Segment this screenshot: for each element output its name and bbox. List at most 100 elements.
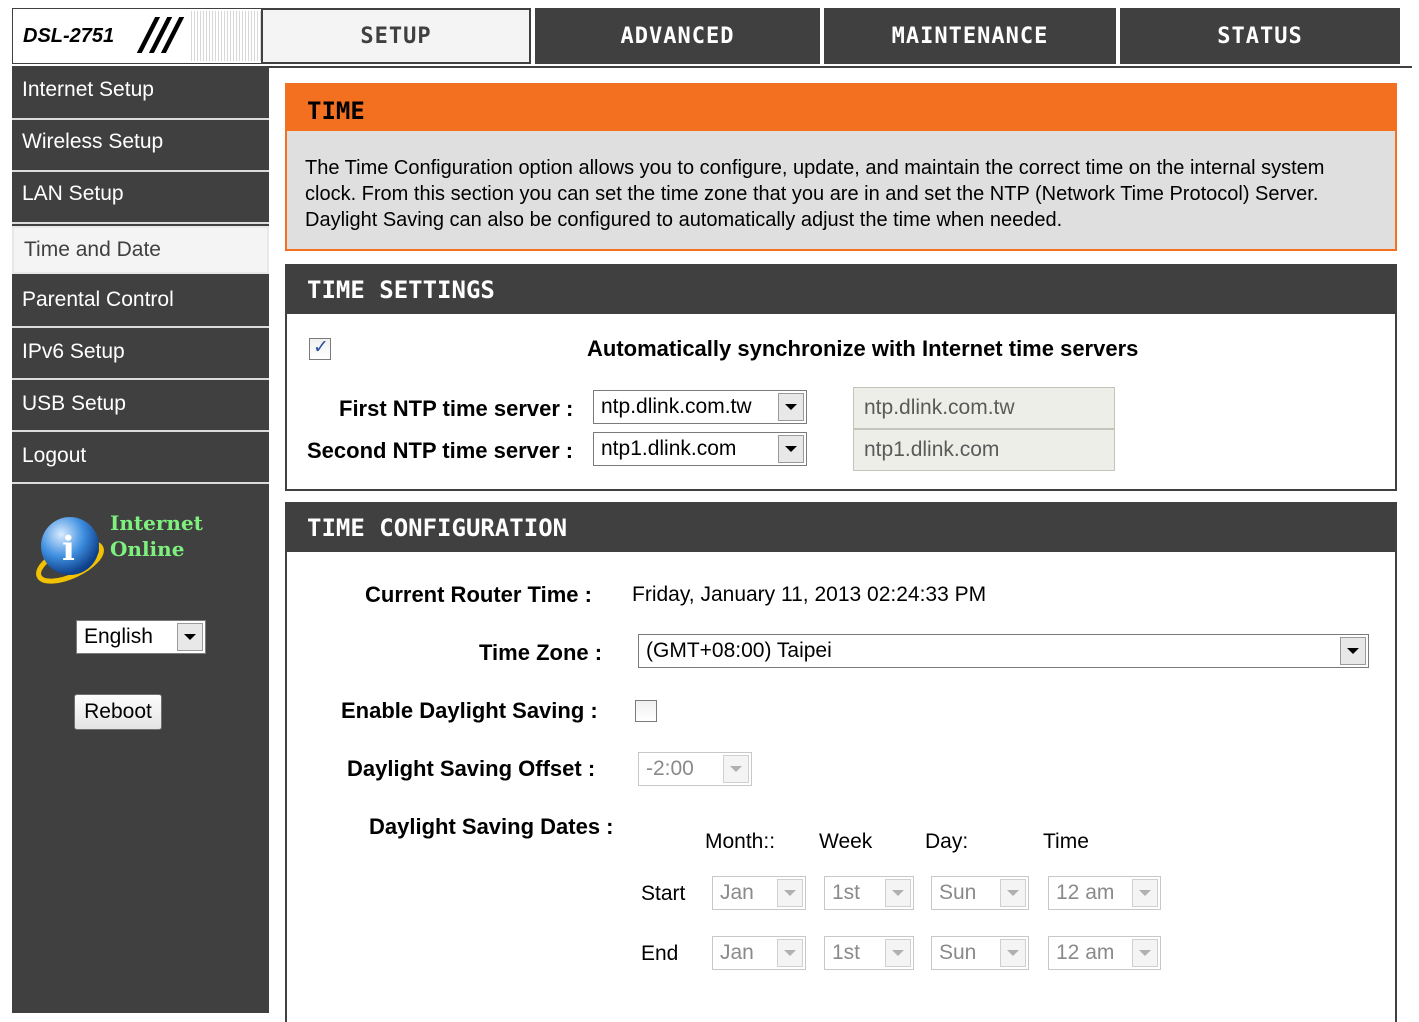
- time-zone-select[interactable]: (GMT+08:00) Taipei: [638, 634, 1369, 668]
- status-line2: Online: [110, 537, 185, 561]
- dst-offset-value: -2:00: [646, 757, 694, 780]
- auto-sync-label: Automatically synchronize with Internet …: [587, 336, 1139, 361]
- second-ntp-label: Second NTP time server :: [307, 438, 574, 463]
- chevron-down-icon: [1132, 939, 1158, 967]
- end-day-select[interactable]: Sun: [931, 936, 1029, 970]
- chevron-down-icon: [778, 393, 804, 421]
- chevron-down-icon: [1340, 637, 1366, 665]
- reboot-button[interactable]: Reboot: [74, 694, 162, 730]
- sidebar-item-label: Wireless Setup: [22, 130, 164, 153]
- sidebar: Internet Setup Wireless Setup LAN Setup …: [12, 68, 269, 1013]
- start-day-select[interactable]: Sun: [931, 876, 1029, 910]
- dst-enable-checkbox[interactable]: [635, 700, 657, 722]
- sidebar-divider: [12, 118, 269, 120]
- sidebar-divider: [12, 326, 269, 328]
- start-time-select[interactable]: 12 am: [1048, 876, 1161, 910]
- sidebar-item-label: Parental Control: [22, 288, 174, 311]
- start-month-value: Jan: [720, 881, 754, 904]
- chevron-down-icon: [1000, 939, 1026, 967]
- dst-offset-select[interactable]: -2:00: [638, 752, 752, 786]
- sidebar-item-label: Logout: [22, 444, 87, 467]
- second-ntp-value: ntp1.dlink.com: [601, 437, 737, 460]
- sidebar-item-label: LAN Setup: [22, 182, 124, 205]
- internet-status: Internet Online: [110, 510, 203, 562]
- sidebar-item-label: Time and Date: [24, 238, 161, 261]
- chevron-down-icon: [723, 755, 749, 783]
- sidebar-item-wireless-setup[interactable]: Wireless Setup: [12, 120, 269, 168]
- sidebar-divider: [12, 170, 269, 172]
- info-globe-icon: i: [36, 517, 104, 584]
- start-month-select[interactable]: Jan: [712, 876, 806, 910]
- col-day-header: Day:: [925, 830, 969, 853]
- first-ntp-select[interactable]: ntp.dlink.com.tw: [593, 390, 807, 424]
- time-description: The Time Configuration option allows you…: [305, 157, 1325, 231]
- sidebar-item-label: Internet Setup: [22, 78, 154, 101]
- sidebar-item-parental-control[interactable]: Parental Control: [12, 278, 269, 326]
- current-time-label: Current Router Time :: [365, 582, 592, 607]
- brand-logo: DSL-2751 ///: [12, 8, 268, 64]
- chevron-down-icon: [1000, 879, 1026, 907]
- panel-title: TIME SETTINGS: [287, 266, 1395, 314]
- current-time-value: Friday, January 11, 2013 02:24:33 PM: [632, 583, 987, 606]
- chevron-down-icon: [177, 623, 203, 651]
- sidebar-divider: [12, 482, 269, 484]
- tab-status[interactable]: STATUS: [1120, 8, 1400, 64]
- language-select[interactable]: English: [76, 620, 206, 654]
- tab-advanced[interactable]: ADVANCED: [535, 8, 820, 64]
- sidebar-item-logout[interactable]: Logout: [12, 434, 269, 482]
- end-time-value: 12 am: [1056, 941, 1115, 964]
- col-week-header: Week: [819, 830, 873, 853]
- start-week-value: 1st: [832, 881, 861, 904]
- sidebar-item-time-and-date[interactable]: Time and Date: [12, 226, 269, 274]
- dst-enable-label: Enable Daylight Saving :: [341, 698, 598, 723]
- top-navigation: DSL-2751 /// SETUP ADVANCED MAINTENANCE …: [12, 8, 1412, 64]
- first-ntp-value: ntp.dlink.com.tw: [601, 395, 752, 418]
- chevron-down-icon: [777, 879, 803, 907]
- end-row-label: End: [641, 942, 679, 965]
- start-time-value: 12 am: [1056, 881, 1115, 904]
- sidebar-item-label: USB Setup: [22, 392, 126, 415]
- first-ntp-label: First NTP time server :: [339, 396, 574, 421]
- end-week-value: 1st: [832, 941, 861, 964]
- end-month-value: Jan: [720, 941, 754, 964]
- logo-slashes: ///: [141, 9, 181, 60]
- chevron-down-icon: [777, 939, 803, 967]
- sidebar-item-internet-setup[interactable]: Internet Setup: [12, 68, 269, 116]
- sidebar-item-lan-setup[interactable]: LAN Setup: [12, 172, 269, 220]
- second-ntp-select[interactable]: ntp1.dlink.com: [593, 432, 807, 466]
- panel-title: TIME: [287, 85, 1395, 131]
- time-zone-label: Time Zone :: [479, 640, 603, 665]
- sidebar-item-label: IPv6 Setup: [22, 340, 125, 363]
- tab-setup[interactable]: SETUP: [261, 8, 531, 64]
- chevron-down-icon: [778, 435, 804, 463]
- sidebar-divider: [12, 378, 269, 380]
- chevron-down-icon: [1132, 879, 1158, 907]
- end-day-value: Sun: [939, 941, 977, 964]
- logo-pattern: [191, 11, 267, 61]
- time-zone-value: (GMT+08:00) Taipei: [646, 639, 832, 662]
- panel-title: TIME CONFIGURATION: [287, 504, 1395, 552]
- sidebar-item-ipv6-setup[interactable]: IPv6 Setup: [12, 330, 269, 378]
- start-row-label: Start: [641, 882, 686, 905]
- tab-maintenance[interactable]: MAINTENANCE: [824, 8, 1116, 64]
- start-day-value: Sun: [939, 881, 977, 904]
- sidebar-item-usb-setup[interactable]: USB Setup: [12, 382, 269, 430]
- end-week-select[interactable]: 1st: [824, 936, 914, 970]
- start-week-select[interactable]: 1st: [824, 876, 914, 910]
- col-month-header: Month::: [705, 830, 776, 853]
- col-time-header: Time: [1043, 830, 1089, 853]
- sidebar-divider: [12, 222, 269, 224]
- model-name: DSL-2751: [23, 25, 115, 47]
- second-ntp-display: ntp1.dlink.com: [853, 429, 1115, 471]
- sidebar-divider: [12, 430, 269, 432]
- status-line1: Internet: [110, 511, 203, 535]
- end-time-select[interactable]: 12 am: [1048, 936, 1161, 970]
- language-value: English: [84, 625, 153, 648]
- time-info-panel: TIME The Time Configuration option allow…: [285, 83, 1397, 251]
- auto-sync-checkbox[interactable]: [309, 336, 331, 360]
- time-settings-panel: TIME SETTINGS Automatically synchronize …: [285, 264, 1397, 491]
- dst-offset-label: Daylight Saving Offset :: [347, 756, 596, 781]
- svg-text:i: i: [62, 529, 75, 569]
- end-month-select[interactable]: Jan: [712, 936, 806, 970]
- first-ntp-display: ntp.dlink.com.tw: [853, 387, 1115, 429]
